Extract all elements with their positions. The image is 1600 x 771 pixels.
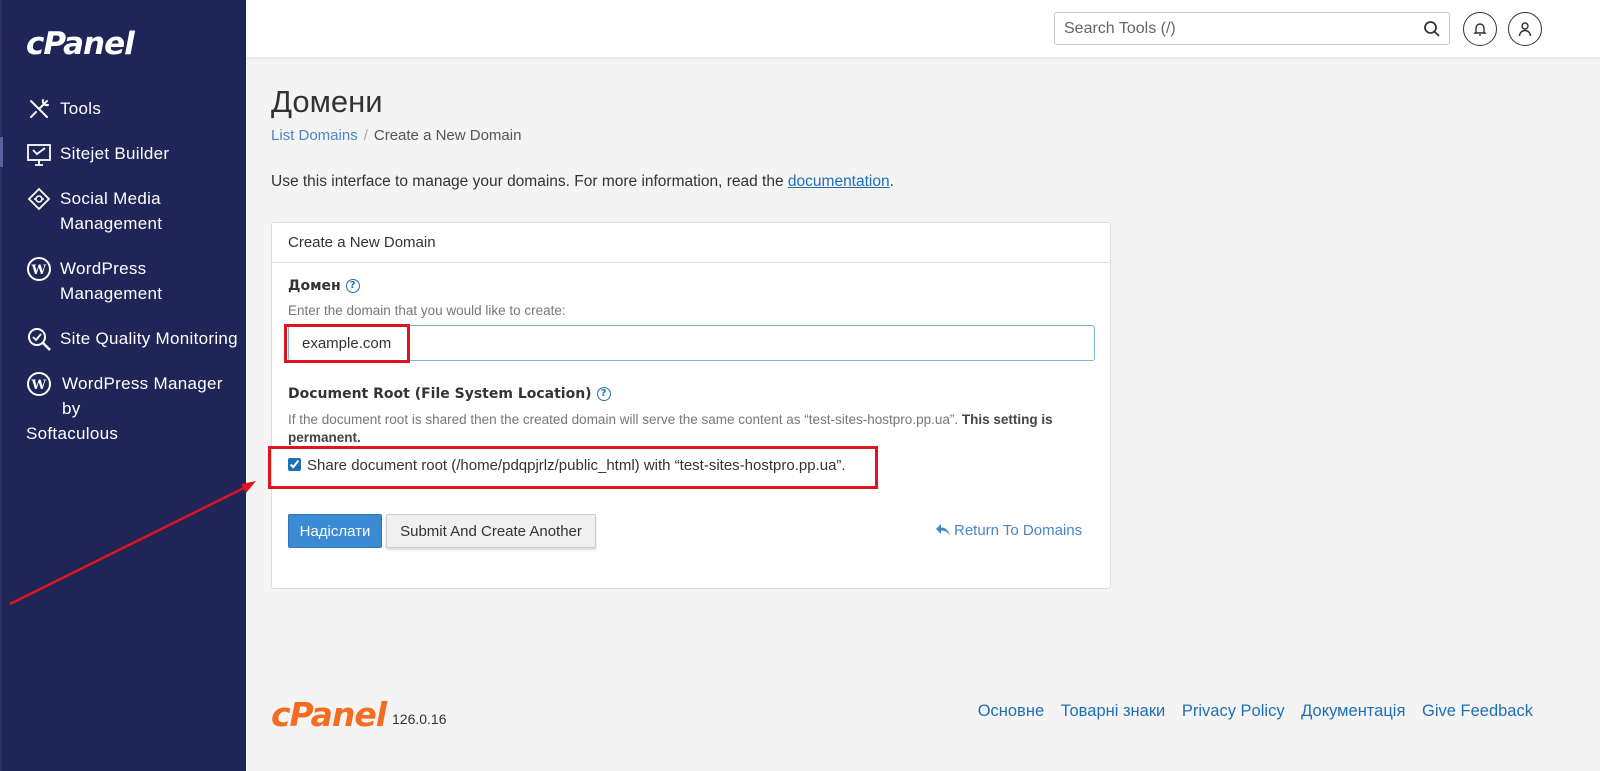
return-to-domains-link[interactable]: Return To Domains [935,522,1082,539]
sidebar-nav: Tools Sitejet Builder Social Media Manag… [0,92,248,452]
wordpress-icon: W [27,257,51,281]
sidebar-item-social-media[interactable]: Social Media Management [2,182,248,242]
sidebar-item-wordpress-softaculous[interactable]: W WordPress Manager by Softaculous [2,367,248,452]
sidebar-item-label: WordPress Management [60,259,163,303]
notifications-button[interactable] [1463,12,1497,46]
documentation-link[interactable]: documentation [788,173,890,190]
intro-body: Use this interface to manage your domain… [271,173,788,190]
footer-link-documentation[interactable]: Документація [1301,702,1405,720]
social-media-icon [27,187,51,211]
sidebar-item-label: Tools [60,99,102,118]
domain-label: Домен? [288,278,360,294]
help-icon[interactable]: ? [596,387,611,401]
svg-text:W: W [31,263,47,278]
breadcrumb-separator: / [363,127,368,144]
reply-arrow-icon [936,524,950,536]
intro-text: Use this interface to manage your domain… [271,173,894,191]
breadcrumb-list-domains[interactable]: List Domains [271,127,358,144]
sidebar-item-sitejet[interactable]: Sitejet Builder [0,137,248,172]
create-domain-panel: Create a New Domain Домен? Enter the dom… [271,222,1111,589]
sidebar-item-site-quality[interactable]: Site Quality Monitoring [2,322,248,357]
sidebar-item-label: WordPress Manager by [62,374,223,418]
submit-button[interactable]: Надіслати [288,514,382,548]
domain-label-text: Домен [288,278,341,294]
top-header [246,0,1600,58]
breadcrumb: List Domains / Create a New Domain [271,127,521,144]
page-title: Домени [271,84,383,119]
sidebar-item-label: Social Media Management [60,189,163,233]
docroot-note-text: If the document root is shared then the … [288,412,962,427]
site-quality-icon [28,328,51,351]
return-to-domains-label: Return To Domains [954,522,1083,539]
intro-end: . [889,173,894,190]
footer-link-feedback[interactable]: Give Feedback [1422,702,1533,720]
search-box [1054,12,1450,45]
wordpress-icon: W [27,372,51,396]
footer-link-privacy[interactable]: Privacy Policy [1182,702,1285,720]
breadcrumb-current: Create a New Domain [373,127,522,144]
docroot-label-text: Document Root (File System Location) [288,386,592,402]
bell-icon [1473,23,1487,36]
footer-link-home[interactable]: Основне [978,702,1044,720]
sidebar: cPanel Tools Sitejet Builder Social Medi… [0,0,246,771]
sidebar-item-label: Sitejet Builder [60,144,170,163]
user-icon [1518,22,1532,37]
svg-text:W: W [31,378,47,393]
footer-links: Основне Товарні знаки Privacy Policy Док… [966,702,1533,721]
highlight-box-domain [284,324,410,363]
sidebar-item-wordpress-management[interactable]: W WordPress Management [2,252,248,312]
user-menu-button[interactable] [1508,12,1542,46]
search-icon[interactable] [1423,20,1441,38]
cpanel-logo[interactable]: cPanel [26,26,135,62]
domain-hint: Enter the domain that you would like to … [288,303,566,318]
sitejet-icon [27,144,51,166]
docroot-label: Document Root (File System Location)? [288,386,611,402]
tools-icon [30,99,49,118]
sidebar-item-label: Site Quality Monitoring [60,329,238,348]
footer-cpanel-logo[interactable]: cPanel [271,695,387,734]
docroot-note: If the document root is shared then the … [288,411,1088,447]
version-text: 126.0.16 [392,711,447,727]
panel-title: Create a New Domain [272,223,1110,263]
search-input[interactable] [1055,13,1415,44]
help-icon[interactable]: ? [345,279,360,293]
sidebar-item-label-tail: Softaculous [26,424,119,443]
sidebar-item-tools[interactable]: Tools [2,92,248,127]
highlight-box-share [268,446,878,489]
footer-link-trademarks[interactable]: Товарні знаки [1061,702,1166,720]
submit-and-create-another-button[interactable]: Submit And Create Another [386,514,596,548]
